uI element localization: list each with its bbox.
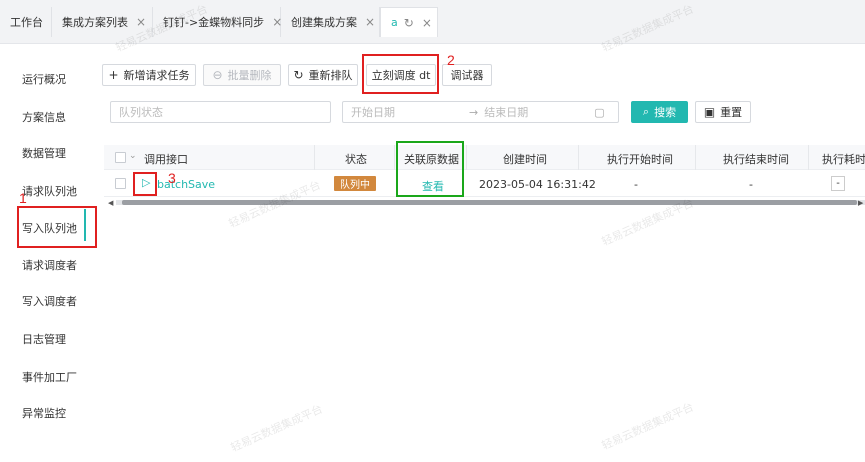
tab-current[interactable]: a ↻ ×	[380, 7, 438, 37]
tab-dingtalk-sync[interactable]: 钉钉->金蝶物料同步 ×	[153, 7, 282, 37]
button-label: 重新排队	[308, 69, 353, 82]
reload-icon[interactable]: ↻	[404, 16, 414, 30]
reset-icon: ▣	[703, 105, 716, 119]
button-label: 重置	[720, 106, 743, 119]
row-checkbox[interactable]	[115, 178, 126, 189]
sidebar-item-request-queue[interactable]: 请求队列池	[22, 183, 77, 199]
column-header-end: 执行结束时间	[723, 153, 789, 166]
watermark: 轻易云数据集成平台	[228, 402, 325, 455]
date-range-picker[interactable]: 开始日期 → 结束日期 ▢	[342, 101, 619, 123]
search-button[interactable]: ⌕ 搜索	[631, 101, 688, 123]
annotation-number-3: 3	[168, 170, 176, 186]
button-label: 新增请求任务	[123, 69, 190, 82]
reset-button[interactable]: ▣ 重置	[695, 101, 751, 123]
select-all-checkbox[interactable]	[115, 152, 126, 163]
api-link[interactable]: batchSave	[157, 178, 215, 191]
tab-bar: 工作台 集成方案列表 × 钉钉->金蝶物料同步 × 创建集成方案 × a ↻ ×	[0, 0, 865, 44]
annotation-box-2	[362, 54, 439, 94]
scroll-left-icon[interactable]: ◀	[108, 199, 113, 207]
start-time: -	[634, 178, 638, 191]
column-divider	[695, 145, 696, 170]
scrollbar-thumb[interactable]	[122, 200, 857, 205]
status-badge: 队列中	[334, 176, 376, 191]
column-divider	[578, 145, 579, 170]
end-date-placeholder: 结束日期	[484, 106, 529, 119]
close-icon[interactable]: ×	[365, 15, 375, 29]
sidebar-item-log-management[interactable]: 日志管理	[22, 331, 66, 347]
close-icon[interactable]: ×	[422, 16, 432, 30]
sidebar-item-solution-info[interactable]: 方案信息	[22, 109, 66, 125]
tab-label: 钉钉->金蝶物料同步	[163, 16, 265, 29]
tab-label: a	[391, 16, 398, 29]
button-label: 调试器	[450, 69, 484, 82]
column-divider	[808, 145, 809, 170]
tab-label: 工作台	[10, 16, 43, 29]
sidebar-item-data-management[interactable]: 数据管理	[22, 145, 66, 161]
annotation-box-green	[396, 141, 464, 197]
table-header: ⌄ 调用接口 状态 关联原数据 创建时间 执行开始时间 执行结束时间 执行耗时	[104, 145, 865, 170]
column-divider	[394, 145, 395, 170]
batch-delete-button[interactable]: ⊖ 批量删除	[203, 64, 281, 86]
column-header-status: 状态	[345, 153, 367, 166]
sidebar-item-write-scheduler[interactable]: 写入调度者	[22, 293, 77, 309]
column-divider	[466, 145, 467, 170]
table-row: ▷ batchSave 队列中 查看 2023-05-04 16:31:42 -…	[104, 171, 865, 197]
annotation-box-3	[133, 172, 157, 196]
requeue-button[interactable]: ↻ 重新排队	[288, 64, 358, 86]
calendar-icon: ▢	[594, 105, 605, 119]
sidebar-item-overview[interactable]: 运行概况	[22, 71, 66, 87]
duration-value: -	[836, 178, 840, 189]
column-header-start: 执行开始时间	[607, 153, 673, 166]
column-header-duration: 执行耗时	[822, 153, 865, 166]
created-time: 2023-05-04 16:31:42	[479, 178, 596, 191]
column-header-api: 调用接口	[144, 153, 188, 166]
tab-create-solution[interactable]: 创建集成方案 ×	[281, 7, 380, 37]
annotation-number-1: 1	[19, 190, 27, 206]
horizontal-scrollbar[interactable]	[116, 200, 865, 205]
duration-cell: -	[831, 176, 845, 191]
sidebar: 运行概况 方案信息 数据管理 请求队列池 写入队列池 请求调度者 写入调度者 日…	[0, 44, 98, 462]
column-header-created: 创建时间	[503, 153, 547, 166]
tab-workbench[interactable]: 工作台	[0, 7, 52, 37]
queue-status-select[interactable]: 队列状态	[110, 101, 331, 123]
sidebar-item-request-scheduler[interactable]: 请求调度者	[22, 257, 77, 273]
tab-solution-list[interactable]: 集成方案列表 ×	[52, 7, 153, 37]
sidebar-item-event-factory[interactable]: 事件加工厂	[22, 369, 77, 385]
close-icon[interactable]: ×	[136, 15, 146, 29]
sidebar-item-exception-monitor[interactable]: 异常监控	[22, 405, 66, 421]
end-time: -	[749, 178, 753, 191]
select-placeholder: 队列状态	[119, 106, 163, 119]
chevron-down-icon[interactable]: ⌄	[129, 151, 137, 161]
arrow-right-icon: →	[469, 105, 479, 119]
tab-label: 集成方案列表	[62, 16, 128, 29]
annotation-box-1	[17, 206, 97, 248]
scroll-right-icon[interactable]: ▶	[858, 199, 863, 207]
tab-label: 创建集成方案	[291, 16, 357, 29]
button-label: 搜索	[654, 106, 677, 119]
start-date-placeholder: 开始日期	[351, 106, 395, 119]
search-icon: ⌕	[642, 105, 650, 118]
minus-circle-icon: ⊖	[212, 68, 223, 82]
refresh-icon: ↻	[293, 68, 304, 82]
watermark: 轻易云数据集成平台	[599, 400, 696, 453]
column-divider	[314, 145, 315, 170]
plus-icon: +	[108, 68, 119, 82]
add-request-task-button[interactable]: + 新增请求任务	[102, 64, 196, 86]
button-label: 批量删除	[227, 69, 272, 82]
annotation-number-2: 2	[447, 52, 455, 68]
